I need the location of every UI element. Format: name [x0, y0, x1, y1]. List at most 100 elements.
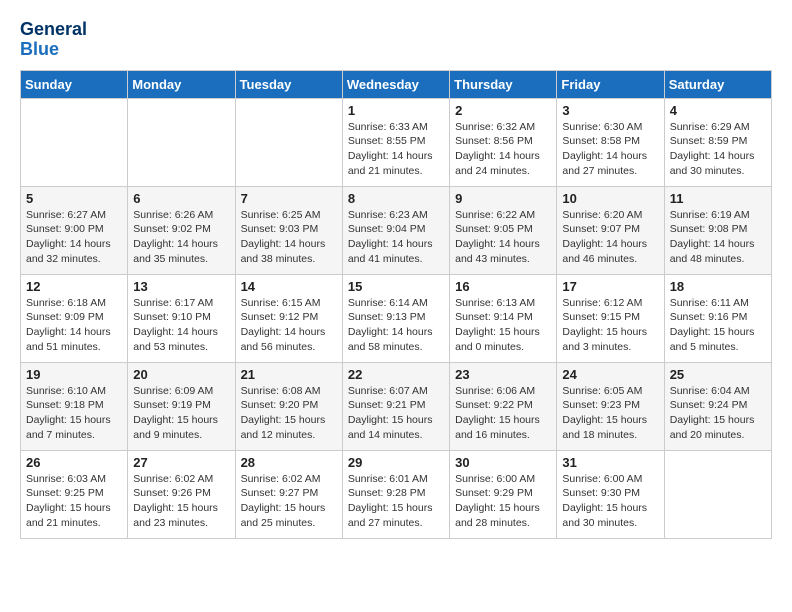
calendar-cell: 6Sunrise: 6:26 AM Sunset: 9:02 PM Daylig… — [128, 186, 235, 274]
day-number: 13 — [133, 279, 229, 294]
day-number: 2 — [455, 103, 551, 118]
day-number: 8 — [348, 191, 444, 206]
day-number: 7 — [241, 191, 337, 206]
calendar-cell: 29 Sunrise: 6:01 AM Sunset: 9:28 PM Dayli… — [342, 450, 449, 538]
day-number: 10 — [562, 191, 658, 206]
calendar-cell: 8 Sunrise: 6:23 AM Sunset: 9:04 PM Daylig… — [342, 186, 449, 274]
calendar-cell: 3 Sunrise: 6:30 AM Sunset: 8:58 PM Daylig… — [557, 98, 664, 186]
calendar-cell: 25 Sunrise: 6:04 AM Sunset: 9:24 PM Dayli… — [664, 362, 771, 450]
day-info: Sunrise: 6:01 AM Sunset: 9:28 PM Dayligh… — [348, 472, 444, 531]
calendar-cell: 17 Sunrise: 6:12 AM Sunset: 9:15 PM Dayli… — [557, 274, 664, 362]
calendar-cell: 2 Sunrise: 6:32 AM Sunset: 8:56 PM Daylig… — [450, 98, 557, 186]
day-number: 19 — [26, 367, 122, 382]
day-number: 30 — [455, 455, 551, 470]
page-header: General Blue General Blue — [20, 20, 772, 60]
calendar-cell: 15 Sunrise: 6:14 AM Sunset: 9:13 PM Dayli… — [342, 274, 449, 362]
weekday-header-friday: Friday — [557, 70, 664, 98]
day-info: Sunrise: 6:32 AM Sunset: 8:56 PM Dayligh… — [455, 120, 551, 179]
calendar-week-1: 1 Sunrise: 6:33 AM Sunset: 8:55 PM Daylig… — [21, 98, 772, 186]
calendar-cell: 21Sunrise: 6:08 AM Sunset: 9:20 PM Dayli… — [235, 362, 342, 450]
calendar-cell: 20Sunrise: 6:09 AM Sunset: 9:19 PM Dayli… — [128, 362, 235, 450]
calendar-cell: 30 Sunrise: 6:00 AM Sunset: 9:29 PM Dayli… — [450, 450, 557, 538]
calendar-cell: 31 Sunrise: 6:00 AM Sunset: 9:30 PM Dayli… — [557, 450, 664, 538]
day-info: Sunrise: 6:07 AM Sunset: 9:21 PM Dayligh… — [348, 384, 444, 443]
calendar-cell: 23 Sunrise: 6:06 AM Sunset: 9:22 PM Dayli… — [450, 362, 557, 450]
day-info: Sunrise: 6:04 AM Sunset: 9:24 PM Dayligh… — [670, 384, 766, 443]
day-info: Sunrise: 6:02 AM Sunset: 9:26 PM Dayligh… — [133, 472, 229, 531]
calendar-cell: 26Sunrise: 6:03 AM Sunset: 9:25 PM Dayli… — [21, 450, 128, 538]
logo-general: General — [20, 20, 87, 40]
calendar-header-row: SundayMondayTuesdayWednesdayThursdayFrid… — [21, 70, 772, 98]
calendar-cell: 12 Sunrise: 6:18 AM Sunset: 9:09 PM Dayli… — [21, 274, 128, 362]
calendar-week-5: 26Sunrise: 6:03 AM Sunset: 9:25 PM Dayli… — [21, 450, 772, 538]
logo-blue: Blue — [20, 40, 87, 60]
day-info: Sunrise: 6:00 AM Sunset: 9:29 PM Dayligh… — [455, 472, 551, 531]
day-number: 28 — [241, 455, 337, 470]
day-number: 20 — [133, 367, 229, 382]
day-number: 22 — [348, 367, 444, 382]
calendar-week-3: 12 Sunrise: 6:18 AM Sunset: 9:09 PM Dayli… — [21, 274, 772, 362]
day-info: Sunrise: 6:02 AM Sunset: 9:27 PM Dayligh… — [241, 472, 337, 531]
calendar-cell: 16 Sunrise: 6:13 AM Sunset: 9:14 PM Dayli… — [450, 274, 557, 362]
calendar-cell: 10 Sunrise: 6:20 AM Sunset: 9:07 PM Dayli… — [557, 186, 664, 274]
calendar-cell: 18Sunrise: 6:11 AM Sunset: 9:16 PM Dayli… — [664, 274, 771, 362]
day-info: Sunrise: 6:25 AM Sunset: 9:03 PM Dayligh… — [241, 208, 337, 267]
day-number: 15 — [348, 279, 444, 294]
day-info: Sunrise: 6:30 AM Sunset: 8:58 PM Dayligh… — [562, 120, 658, 179]
logo: General Blue General Blue — [20, 20, 87, 60]
calendar-cell: 24 Sunrise: 6:05 AM Sunset: 9:23 PM Dayli… — [557, 362, 664, 450]
day-number: 16 — [455, 279, 551, 294]
day-info: Sunrise: 6:14 AM Sunset: 9:13 PM Dayligh… — [348, 296, 444, 355]
day-info: Sunrise: 6:33 AM Sunset: 8:55 PM Dayligh… — [348, 120, 444, 179]
day-number: 25 — [670, 367, 766, 382]
calendar-week-4: 19Sunrise: 6:10 AM Sunset: 9:18 PM Dayli… — [21, 362, 772, 450]
calendar-cell — [664, 450, 771, 538]
calendar-cell — [21, 98, 128, 186]
calendar-cell: 4 Sunrise: 6:29 AM Sunset: 8:59 PM Daylig… — [664, 98, 771, 186]
day-number: 6 — [133, 191, 229, 206]
calendar-cell: 7 Sunrise: 6:25 AM Sunset: 9:03 PM Daylig… — [235, 186, 342, 274]
day-info: Sunrise: 6:15 AM Sunset: 9:12 PM Dayligh… — [241, 296, 337, 355]
day-number: 31 — [562, 455, 658, 470]
day-info: Sunrise: 6:06 AM Sunset: 9:22 PM Dayligh… — [455, 384, 551, 443]
day-number: 27 — [133, 455, 229, 470]
calendar-cell: 22 Sunrise: 6:07 AM Sunset: 9:21 PM Dayli… — [342, 362, 449, 450]
day-info: Sunrise: 6:08 AM Sunset: 9:20 PM Dayligh… — [241, 384, 337, 443]
day-info: Sunrise: 6:18 AM Sunset: 9:09 PM Dayligh… — [26, 296, 122, 355]
weekday-header-tuesday: Tuesday — [235, 70, 342, 98]
day-info: Sunrise: 6:27 AM Sunset: 9:00 PM Dayligh… — [26, 208, 122, 267]
day-number: 9 — [455, 191, 551, 206]
day-number: 14 — [241, 279, 337, 294]
day-info: Sunrise: 6:11 AM Sunset: 9:16 PM Dayligh… — [670, 296, 766, 355]
day-info: Sunrise: 6:29 AM Sunset: 8:59 PM Dayligh… — [670, 120, 766, 179]
day-number: 4 — [670, 103, 766, 118]
day-info: Sunrise: 6:23 AM Sunset: 9:04 PM Dayligh… — [348, 208, 444, 267]
weekday-header-sunday: Sunday — [21, 70, 128, 98]
day-info: Sunrise: 6:05 AM Sunset: 9:23 PM Dayligh… — [562, 384, 658, 443]
weekday-header-wednesday: Wednesday — [342, 70, 449, 98]
day-number: 24 — [562, 367, 658, 382]
calendar-cell — [128, 98, 235, 186]
day-number: 29 — [348, 455, 444, 470]
day-info: Sunrise: 6:00 AM Sunset: 9:30 PM Dayligh… — [562, 472, 658, 531]
calendar-cell: 1 Sunrise: 6:33 AM Sunset: 8:55 PM Daylig… — [342, 98, 449, 186]
calendar-cell: 13Sunrise: 6:17 AM Sunset: 9:10 PM Dayli… — [128, 274, 235, 362]
day-number: 1 — [348, 103, 444, 118]
calendar-week-2: 5 Sunrise: 6:27 AM Sunset: 9:00 PM Daylig… — [21, 186, 772, 274]
day-number: 5 — [26, 191, 122, 206]
day-info: Sunrise: 6:12 AM Sunset: 9:15 PM Dayligh… — [562, 296, 658, 355]
calendar-cell: 14 Sunrise: 6:15 AM Sunset: 9:12 PM Dayli… — [235, 274, 342, 362]
day-number: 11 — [670, 191, 766, 206]
calendar-cell: 9Sunrise: 6:22 AM Sunset: 9:05 PM Daylig… — [450, 186, 557, 274]
day-number: 17 — [562, 279, 658, 294]
calendar-table: SundayMondayTuesdayWednesdayThursdayFrid… — [20, 70, 772, 539]
calendar-cell: 28 Sunrise: 6:02 AM Sunset: 9:27 PM Dayli… — [235, 450, 342, 538]
calendar-cell: 5 Sunrise: 6:27 AM Sunset: 9:00 PM Daylig… — [21, 186, 128, 274]
weekday-header-thursday: Thursday — [450, 70, 557, 98]
day-info: Sunrise: 6:20 AM Sunset: 9:07 PM Dayligh… — [562, 208, 658, 267]
day-number: 23 — [455, 367, 551, 382]
day-info: Sunrise: 6:13 AM Sunset: 9:14 PM Dayligh… — [455, 296, 551, 355]
calendar-cell — [235, 98, 342, 186]
day-number: 3 — [562, 103, 658, 118]
day-number: 12 — [26, 279, 122, 294]
